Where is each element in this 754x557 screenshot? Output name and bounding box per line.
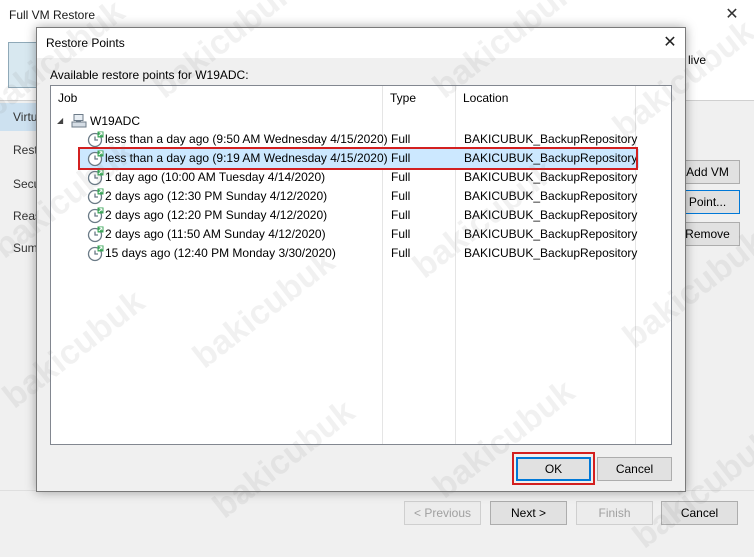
restore-point-row[interactable]: 1 day ago (10:00 AM Tuesday 4/14/2020) Fu…: [79, 168, 639, 187]
nav-item-virtual-machines[interactable]: Virtu: [0, 103, 40, 131]
restore-point-location: BAKICUBUK_BackupRepository: [464, 208, 638, 222]
restore-point-row[interactable]: 2 days ago (11:50 AM Sunday 4/12/2020) Fu…: [79, 225, 639, 244]
column-header-type[interactable]: Type: [383, 86, 455, 110]
restore-point-icon: [87, 226, 104, 243]
restore-point-icon: [87, 188, 104, 205]
collapse-arrow-icon[interactable]: ◢: [57, 112, 65, 130]
restore-point-icon: [87, 245, 104, 262]
dialog-close-icon[interactable]: ✕: [657, 31, 683, 55]
restore-point-icon: [87, 207, 104, 224]
restore-point-type: Full: [391, 227, 411, 241]
nav-item-summary[interactable]: Sum: [13, 241, 38, 255]
wizard-close-icon[interactable]: ✕: [717, 2, 747, 28]
wizard-cancel-button[interactable]: Cancel: [661, 501, 738, 525]
wizard-header-text: live: [688, 53, 707, 67]
restore-point-icon: [87, 131, 104, 148]
finish-button[interactable]: Finish: [576, 501, 653, 525]
wizard-nav: Virtu Resto Secu Reas Sum: [0, 101, 44, 371]
restore-points-label: Available restore points for W19ADC:: [50, 68, 249, 82]
restore-points-dialog: Restore Points ✕ Available restore point…: [36, 27, 686, 492]
restore-point-location: BAKICUBUK_BackupRepository: [464, 227, 638, 241]
column-header-job[interactable]: Job: [51, 86, 382, 110]
restore-point-icon: [87, 169, 104, 186]
restore-point-type: Full: [391, 246, 411, 260]
highlight-ok-button: [512, 452, 595, 485]
restore-point-row[interactable]: 15 days ago (12:40 PM Monday 3/30/2020) F…: [79, 244, 639, 263]
wizard-title: Full VM Restore: [9, 8, 96, 22]
next-button[interactable]: Next >: [490, 501, 567, 525]
restore-point-row[interactable]: 2 days ago (12:20 PM Sunday 4/12/2020) Fu…: [79, 206, 639, 225]
restore-point-job: 2 days ago (11:50 AM Sunday 4/12/2020): [105, 227, 326, 241]
restore-point-job: 2 days ago (12:20 PM Sunday 4/12/2020): [105, 208, 328, 222]
wizard-titlebar: Full VM Restore ✕: [0, 0, 754, 30]
highlight-selected-row: [78, 147, 638, 170]
restore-point-type: Full: [391, 170, 411, 184]
dialog-title: Restore Points: [46, 36, 125, 50]
dialog-titlebar: Restore Points ✕: [37, 28, 685, 58]
restore-point-job: 1 day ago (10:00 AM Tuesday 4/14/2020): [105, 170, 326, 184]
restore-point-job: 2 days ago (12:30 PM Sunday 4/12/2020): [105, 189, 328, 203]
vm-icon: [71, 114, 87, 128]
restore-point-row[interactable]: 2 days ago (12:30 PM Sunday 4/12/2020) Fu…: [79, 187, 639, 206]
column-header-location[interactable]: Location: [456, 86, 636, 110]
restore-point-location: BAKICUBUK_BackupRepository: [464, 189, 638, 203]
restore-point-type: Full: [391, 189, 411, 203]
restore-point-job: 15 days ago (12:40 PM Monday 3/30/2020): [105, 246, 336, 260]
dialog-cancel-button[interactable]: Cancel: [597, 457, 672, 481]
restore-points-list[interactable]: Job Type Location ◢ W19ADC less than a d…: [50, 85, 672, 445]
restore-point-location: BAKICUBUK_BackupRepository: [464, 246, 638, 260]
tree-root-label: W19ADC: [90, 114, 141, 128]
restore-point-location: BAKICUBUK_BackupRepository: [464, 170, 638, 184]
restore-point-type: Full: [391, 208, 411, 222]
previous-button[interactable]: < Previous: [404, 501, 481, 525]
wizard-header-icon: [8, 42, 38, 88]
